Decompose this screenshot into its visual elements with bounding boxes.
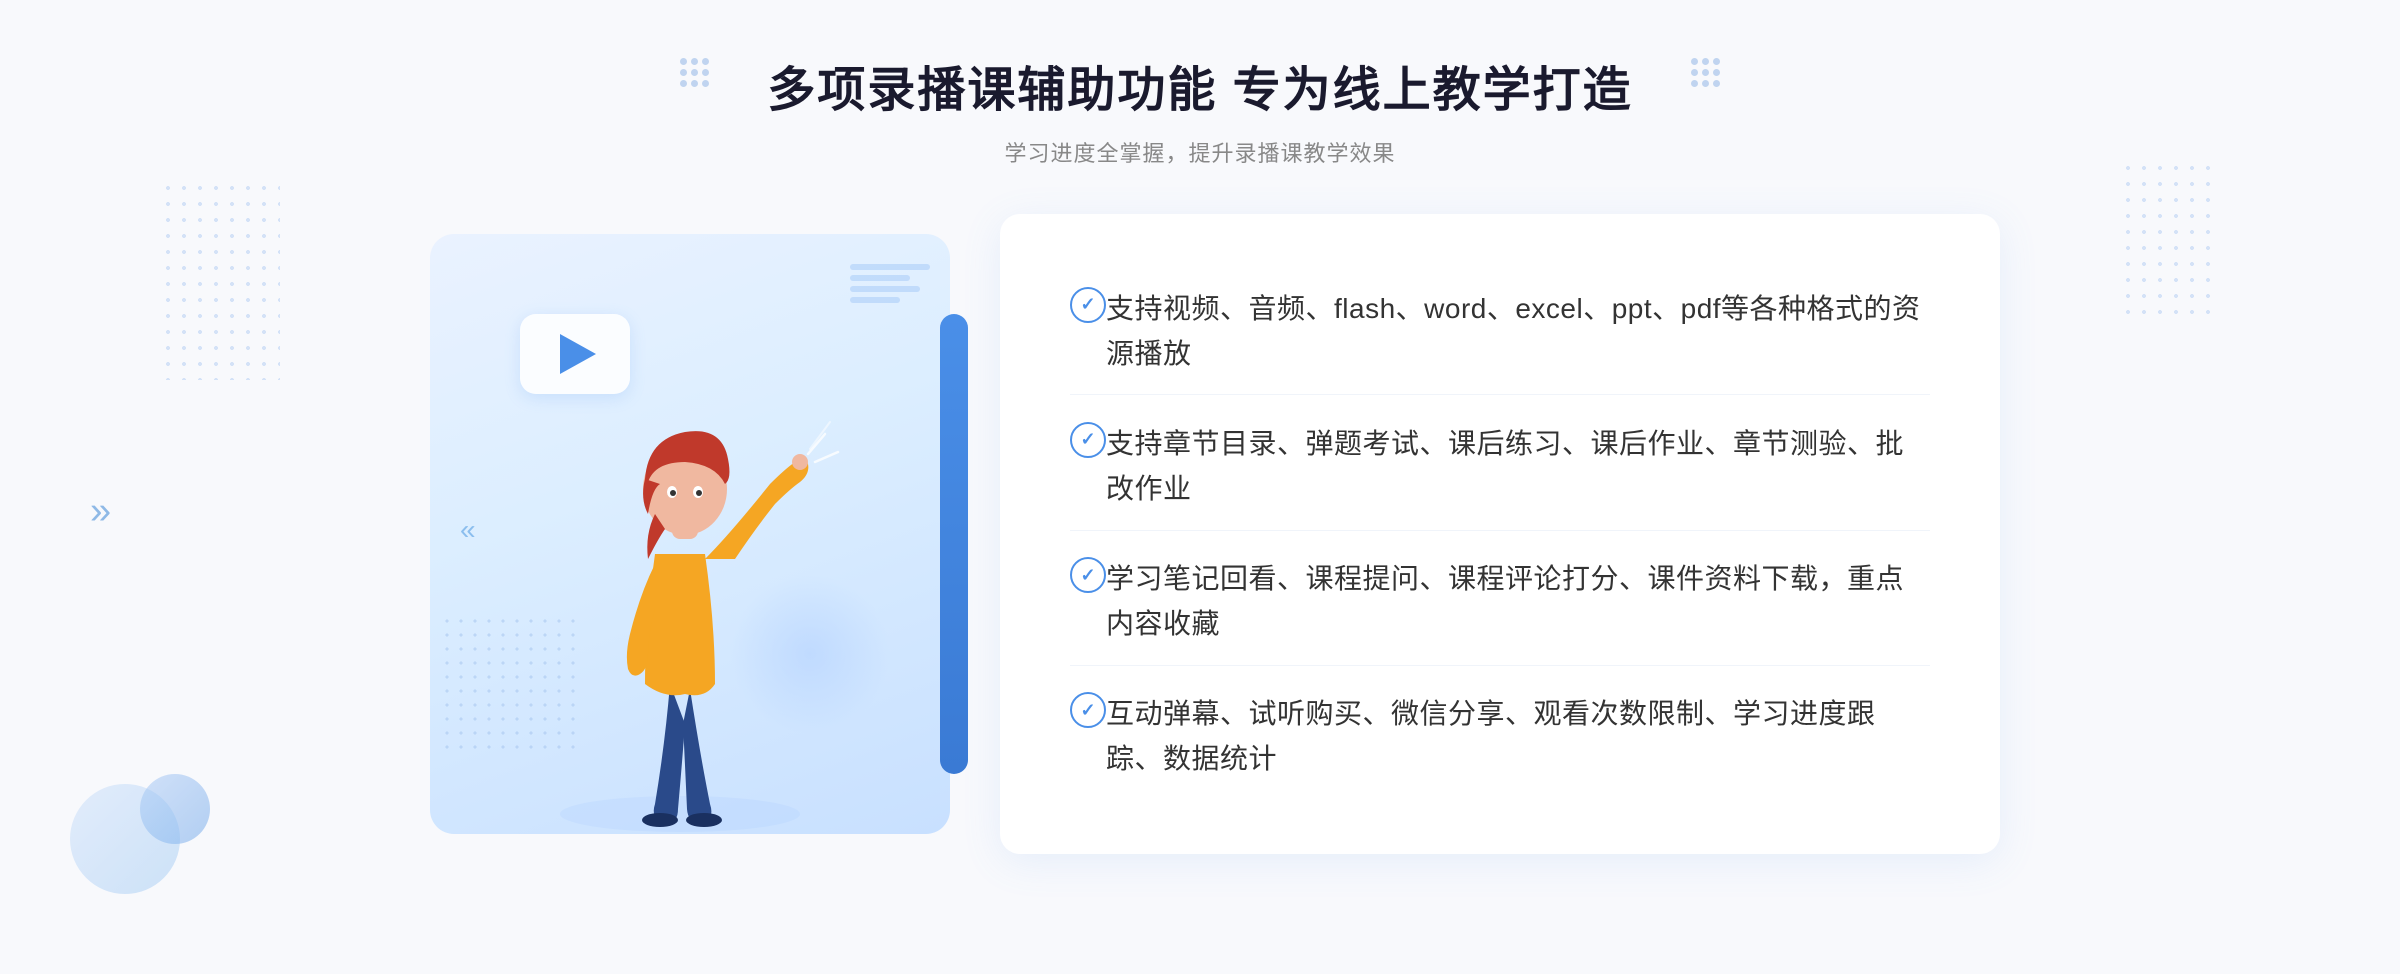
page-container: » 多项录播课辅助功能 专为线上教学打造 学习进度全掌握，提升录播课教学效果 (0, 0, 2400, 974)
blue-accent-bar (940, 314, 968, 774)
check-icon-3: ✓ (1070, 557, 1106, 593)
header-dots-left (680, 58, 709, 87)
main-title: 多项录播课辅助功能 专为线上教学打造 (767, 60, 1632, 122)
illustration-card: « (430, 234, 950, 834)
circle-decoration-large (70, 784, 180, 894)
sub-title: 学习进度全掌握，提升录播课教学效果 (767, 136, 1632, 168)
content-area: « (400, 214, 2000, 854)
features-panel: ✓ 支持视频、音频、flash、word、excel、ppt、pdf等各种格式的… (1000, 214, 2000, 854)
figure-illustration (500, 314, 860, 834)
illustration-wrapper: « (400, 214, 980, 854)
dots-decoration-left (160, 180, 280, 380)
feature-text-2: 支持章节目录、弹题考试、课后练习、课后作业、章节测验、批改作业 (1106, 422, 1930, 512)
feature-text-4: 互动弹幕、试听购买、微信分享、观看次数限制、学习进度跟踪、数据统计 (1106, 692, 1930, 782)
header-dots-right (1691, 58, 1720, 87)
chevrons-inner-icon: « (460, 514, 476, 546)
dots-decoration-right (2120, 160, 2220, 320)
stripes-decoration (850, 264, 930, 303)
check-icon-2: ✓ (1070, 422, 1106, 458)
check-icon-1: ✓ (1070, 287, 1106, 323)
check-icon-4: ✓ (1070, 692, 1106, 728)
feature-item-1: ✓ 支持视频、音频、flash、word、excel、ppt、pdf等各种格式的… (1070, 269, 1930, 396)
feature-item-2: ✓ 支持章节目录、弹题考试、课后练习、课后作业、章节测验、批改作业 (1070, 404, 1930, 531)
feature-item-3: ✓ 学习笔记回看、课程提问、课程评论打分、课件资料下载，重点内容收藏 (1070, 539, 1930, 666)
feature-text-3: 学习笔记回看、课程提问、课程评论打分、课件资料下载，重点内容收藏 (1106, 557, 1930, 647)
arrow-decoration-left: » (90, 490, 111, 533)
feature-item-4: ✓ 互动弹幕、试听购买、微信分享、观看次数限制、学习进度跟踪、数据统计 (1070, 674, 1930, 800)
feature-text-1: 支持视频、音频、flash、word、excel、ppt、pdf等各种格式的资源… (1106, 287, 1930, 377)
title-area: 多项录播课辅助功能 专为线上教学打造 学习进度全掌握，提升录播课教学效果 (767, 60, 1632, 168)
